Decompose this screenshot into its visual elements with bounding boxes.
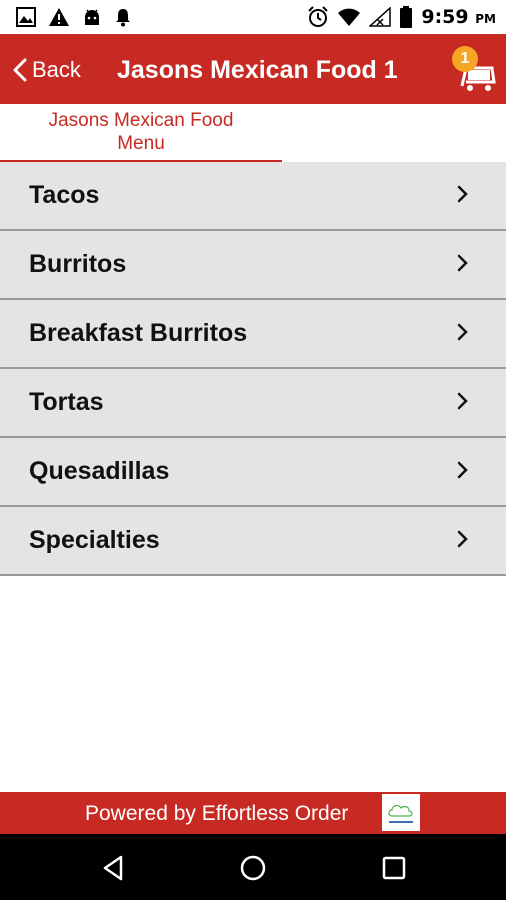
battery-icon [400,6,413,28]
category-label: Quesadillas [29,457,170,485]
category-label: Specialties [29,526,160,554]
powered-by-footer: Powered by Effortless Order [0,792,506,834]
tab-menu[interactable]: Jasons Mexican Food Menu [0,104,282,162]
category-label: Tortas [29,388,104,416]
app-header: Back Jasons Mexican Food 1 1 [0,34,506,104]
android-icon [85,9,99,25]
chevron-right-icon [457,392,468,410]
cart-button[interactable]: 1 [452,46,496,92]
chevron-right-icon [457,254,468,272]
status-bar: 9:59 PM [0,0,506,34]
chevron-right-icon [457,461,468,479]
chevron-right-icon [457,530,468,548]
category-row-breakfast-burritos[interactable]: Breakfast Burritos [0,300,506,369]
signal-icon [369,7,392,27]
tab-strip: Jasons Mexican Food Menu [0,104,506,162]
category-label: Breakfast Burritos [29,319,248,347]
home-circle-icon[interactable] [238,853,268,883]
effortless-order-logo[interactable] [382,794,420,831]
category-label: Tacos [29,181,100,209]
cloud-logo-icon [388,804,413,823]
category-list: Tacos Burritos Breakfast Burritos Tortas… [0,162,506,576]
category-row-specialties[interactable]: Specialties [0,507,506,576]
system-nav-bar [0,834,506,900]
tab-menu-label: Jasons Mexican Food Menu [48,110,234,154]
category-row-burritos[interactable]: Burritos [0,231,506,300]
chevron-right-icon [457,185,468,203]
chevron-right-icon [457,323,468,341]
recents-square-icon[interactable] [379,853,409,883]
category-row-tacos[interactable]: Tacos [0,162,506,231]
page-title: Jasons Mexican Food 1 [117,56,398,84]
powered-by-text: Powered by Effortless Order [85,802,349,825]
category-row-quesadillas[interactable]: Quesadillas [0,438,506,507]
bell-icon [116,9,130,27]
image-icon [16,7,36,27]
status-time: 9:59 PM [421,6,496,28]
category-label: Burritos [29,250,127,278]
warning-icon [49,8,69,26]
cart-count-badge: 1 [452,46,478,72]
back-triangle-icon[interactable] [99,853,129,883]
category-row-tortas[interactable]: Tortas [0,369,506,438]
back-label: Back [32,57,81,82]
back-button[interactable]: Back [12,54,81,86]
chevron-left-icon [13,58,27,82]
wifi-icon [338,8,361,26]
alarm-icon [308,6,329,27]
